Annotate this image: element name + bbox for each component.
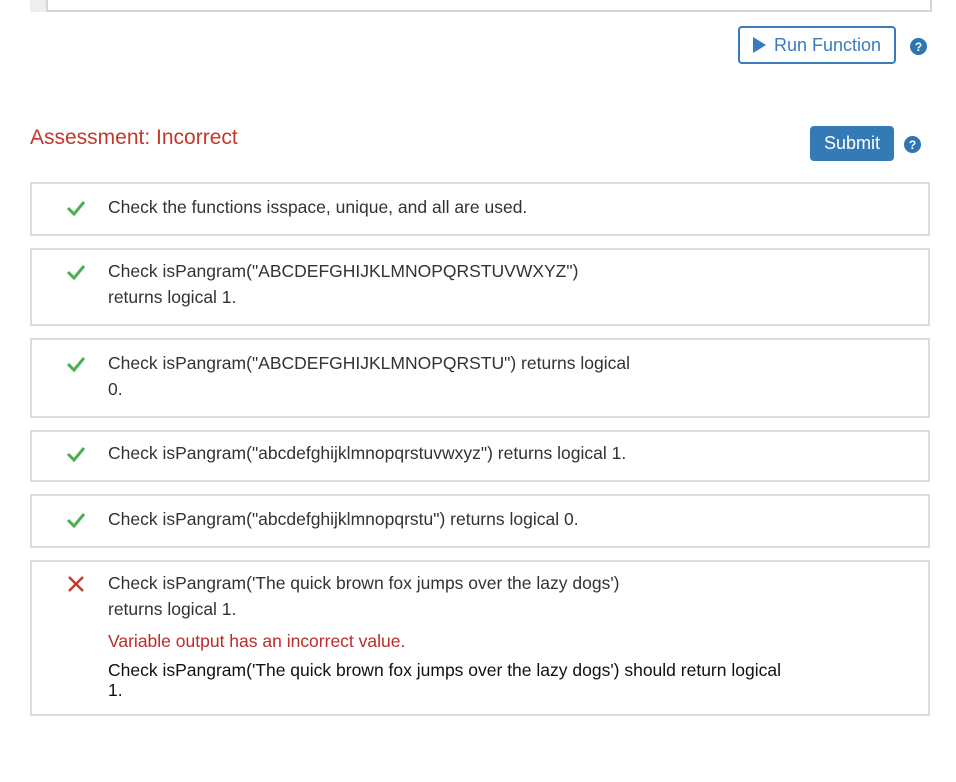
check-item: Check isPangram("abcdefghijklmnopqrstuvw… <box>30 430 930 482</box>
submit-button[interactable]: Submit <box>810 126 894 161</box>
run-function-label: Run Function <box>773 34 882 55</box>
check-text-line: Check isPangram("abcdefghijklmnopqrstuvw… <box>108 443 627 463</box>
check-text-line: returns logical 1. <box>108 599 237 619</box>
check-text-line: Check the functions isspace, unique, and… <box>108 197 528 217</box>
play-icon <box>752 37 766 53</box>
check-text-line: Check isPangram("abcdefghijklmnopqrstu")… <box>108 509 579 529</box>
feedback-error: Variable output has an incorrect value. <box>108 631 406 651</box>
check-item: Check isPangram("abcdefghijklmnopqrstu")… <box>30 494 930 548</box>
x-icon <box>68 576 84 592</box>
check-icon <box>66 513 86 529</box>
feedback-detail-line: 1. <box>108 680 123 700</box>
code-editor-gutter <box>30 0 46 12</box>
run-function-button[interactable]: Run Function <box>738 26 896 64</box>
check-icon <box>66 447 86 463</box>
check-icon <box>66 265 86 281</box>
submit-help-icon[interactable]: ? <box>904 136 921 153</box>
check-text-line: Check isPangram('The quick brown fox jum… <box>108 573 620 593</box>
code-editor[interactable] <box>30 0 932 12</box>
check-item: Check the functions isspace, unique, and… <box>30 182 930 236</box>
check-icon <box>66 357 86 373</box>
check-text-line: returns logical 1. <box>108 287 237 307</box>
check-item: Check isPangram("ABCDEFGHIJKLMNOPQRSTU")… <box>30 338 930 418</box>
code-editor-body[interactable] <box>46 0 932 12</box>
check-icon <box>66 201 86 217</box>
feedback-detail-line: Check isPangram('The quick brown fox jum… <box>108 660 781 680</box>
check-item: Check isPangram("ABCDEFGHIJKLMNOPQRSTUVW… <box>30 248 930 326</box>
check-text-line: Check isPangram("ABCDEFGHIJKLMNOPQRSTUVW… <box>108 261 579 281</box>
check-item-failed: Check isPangram('The quick brown fox jum… <box>30 560 930 716</box>
assessment-title: Assessment: Incorrect <box>30 126 238 149</box>
check-text-line: Check isPangram("ABCDEFGHIJKLMNOPQRSTU")… <box>108 353 630 373</box>
check-text-line: 0. <box>108 379 123 399</box>
run-help-icon[interactable]: ? <box>910 38 927 55</box>
